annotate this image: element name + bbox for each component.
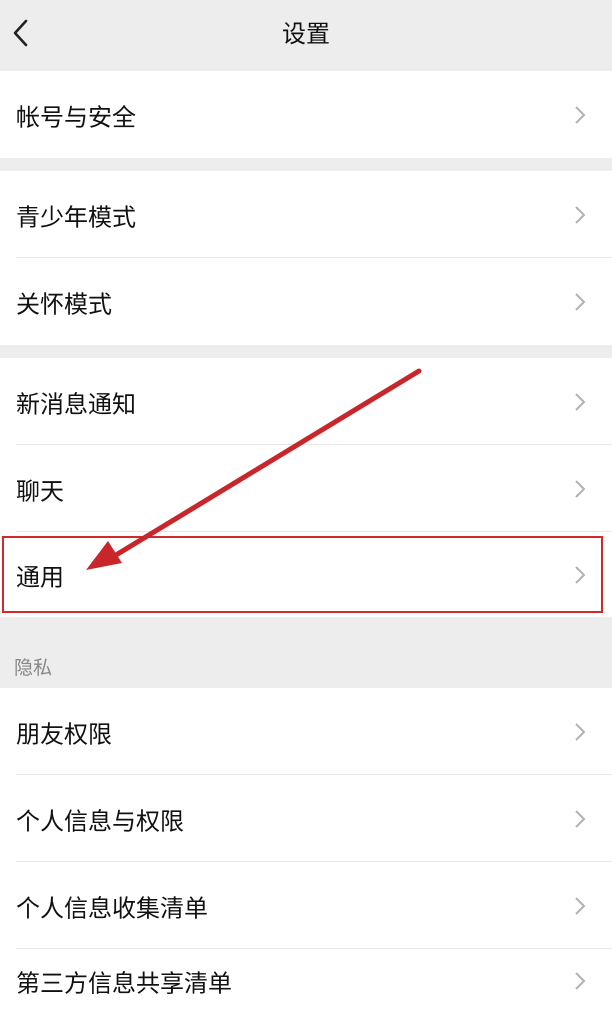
chevron-right-icon xyxy=(574,105,586,125)
row-label: 青少年模式 xyxy=(16,203,136,231)
chevron-right-icon xyxy=(574,971,586,991)
row-label: 关怀模式 xyxy=(16,290,112,318)
settings-row-info-collection-list[interactable]: 个人信息收集清单 xyxy=(0,862,612,949)
page-title: 设置 xyxy=(282,20,330,48)
section-title: 隐私 xyxy=(14,657,53,679)
settings-row-general[interactable]: 通用 xyxy=(0,532,612,617)
row-label: 帐号与安全 xyxy=(16,103,136,131)
settings-row-teen-mode[interactable]: 青少年模式 xyxy=(0,171,612,258)
navigation-bar: 设置 xyxy=(0,0,612,70)
mode-group: 青少年模式 关怀模式 xyxy=(0,171,612,345)
row-label: 个人信息与权限 xyxy=(16,807,184,835)
account-group: 帐号与安全 xyxy=(0,71,612,158)
settings-row-chat[interactable]: 聊天 xyxy=(0,445,612,532)
row-label: 第三方信息共享清单 xyxy=(16,969,232,998)
row-label: 聊天 xyxy=(16,477,64,505)
settings-row-care-mode[interactable]: 关怀模式 xyxy=(0,258,612,345)
settings-row-personal-info-permissions[interactable]: 个人信息与权限 xyxy=(0,775,612,862)
chevron-right-icon xyxy=(574,565,586,585)
chevron-right-icon xyxy=(574,809,586,829)
settings-row-third-party-sharing-list[interactable]: 第三方信息共享清单 xyxy=(0,949,612,1012)
row-label: 通用 xyxy=(16,563,64,591)
chevron-right-icon xyxy=(574,205,586,225)
row-label: 新消息通知 xyxy=(16,390,136,418)
settings-row-account-security[interactable]: 帐号与安全 xyxy=(0,71,612,158)
settings-row-friend-permissions[interactable]: 朋友权限 xyxy=(0,688,612,775)
general-group: 新消息通知 聊天 通用 xyxy=(0,358,612,617)
chevron-right-icon xyxy=(574,722,586,742)
chevron-right-icon xyxy=(574,292,586,312)
chevron-right-icon xyxy=(574,392,586,412)
section-header-privacy: 隐私 xyxy=(0,617,612,688)
chevron-right-icon xyxy=(574,896,586,916)
row-label: 朋友权限 xyxy=(16,720,112,748)
chevron-right-icon xyxy=(574,479,586,499)
row-label: 个人信息收集清单 xyxy=(16,894,208,922)
settings-screen: 设置 帐号与安全 青少年模式 关怀模式 新消息通知 聊天 通用 隐私 朋友权限 … xyxy=(0,0,612,1012)
privacy-group: 朋友权限 个人信息与权限 个人信息收集清单 第三方信息共享清单 xyxy=(0,688,612,1012)
settings-row-notifications[interactable]: 新消息通知 xyxy=(0,358,612,445)
